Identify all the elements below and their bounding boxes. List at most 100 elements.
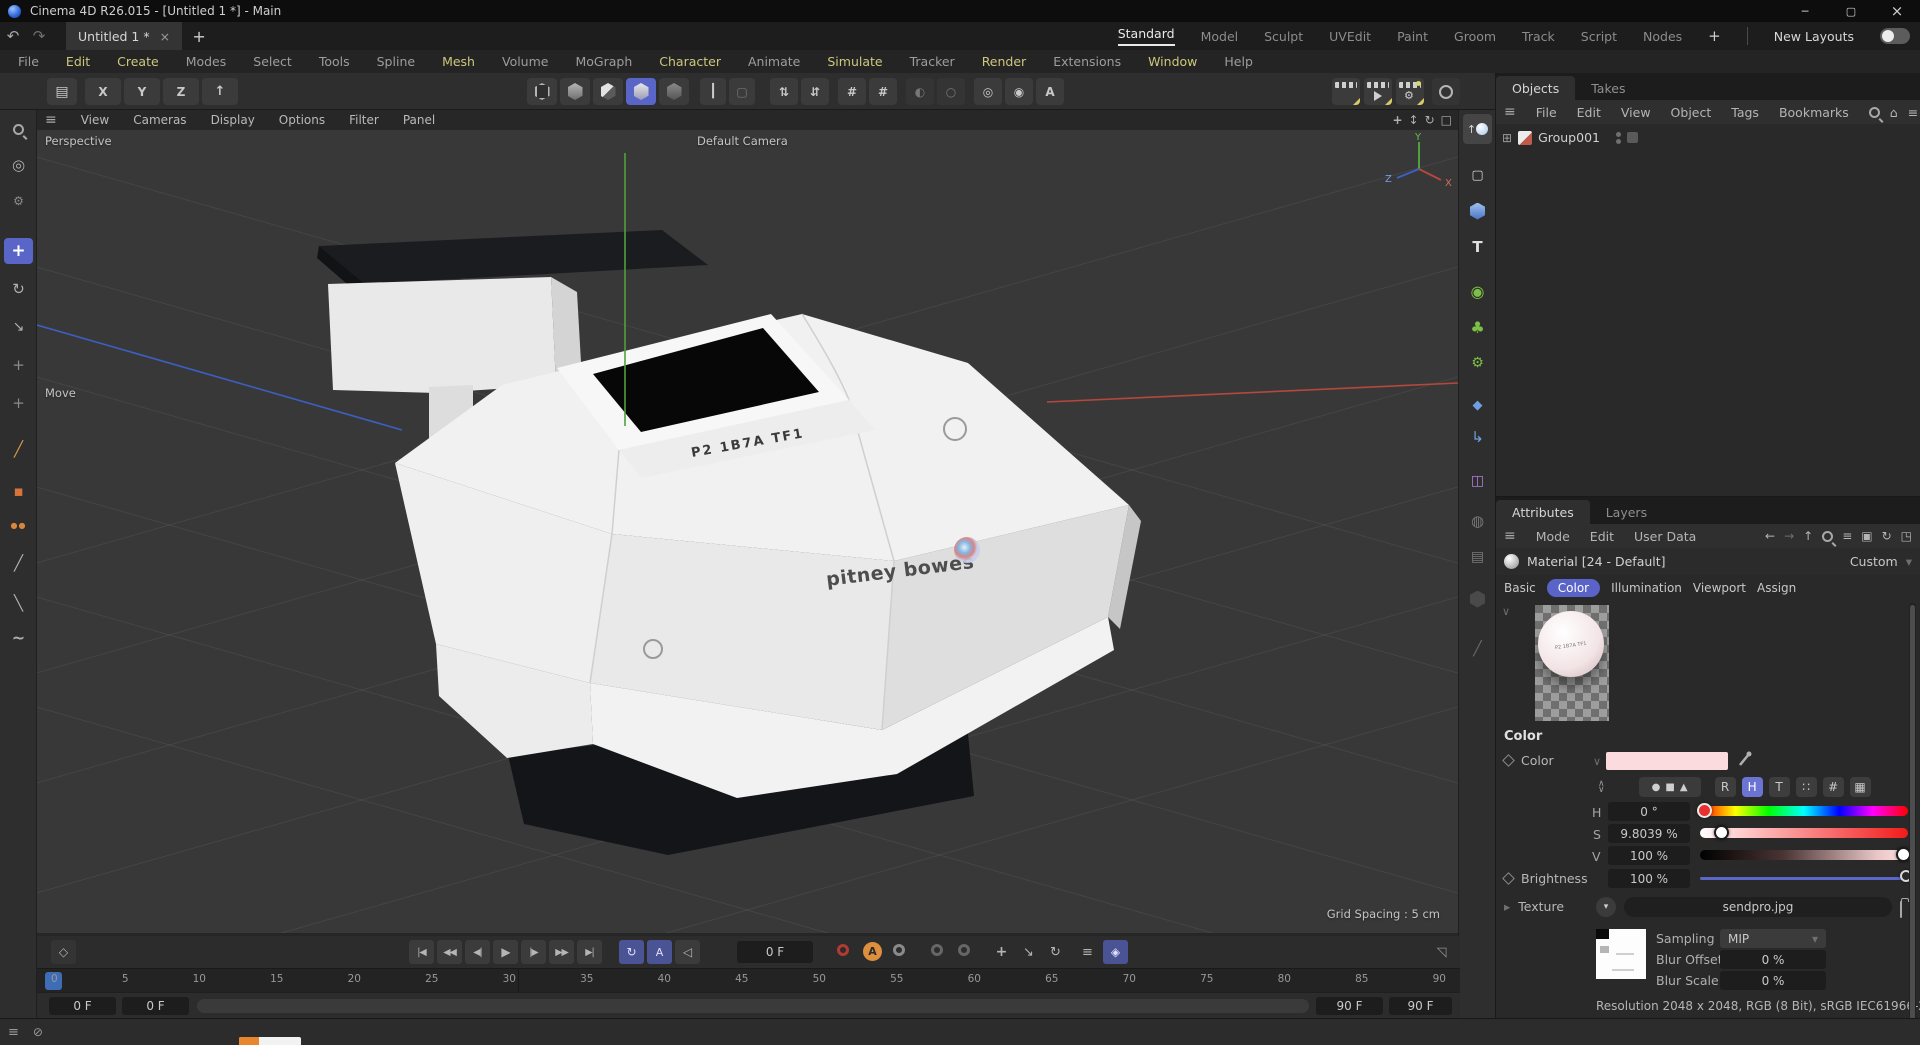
hue-slider[interactable] [1697, 803, 1908, 818]
autokey-button[interactable]: A [863, 942, 882, 961]
color-expand-icon[interactable]: ∨ [1593, 755, 1601, 768]
orbit-view-icon[interactable]: ↻ [1425, 113, 1435, 127]
tab-layers[interactable]: Layers [1590, 500, 1663, 524]
preset-dropdown[interactable]: Custom ▾ [1850, 554, 1912, 569]
viewport-canvas[interactable]: P2 1B7A TF1 pitney bowes Y X Z Perspecti… [37, 130, 1458, 933]
next-frame-button[interactable]: |▶ [521, 940, 546, 964]
new-layouts-toggle[interactable] [1880, 28, 1910, 44]
add-layout-icon[interactable]: + [1708, 27, 1721, 45]
tab-attributes[interactable]: Attributes [1496, 500, 1590, 524]
make-editable-button[interactable] [527, 78, 557, 105]
snap-scale-button[interactable]: ⇵ [801, 78, 829, 105]
value-slider[interactable] [1700, 847, 1911, 862]
nav-mode-button[interactable]: ↑ [1463, 114, 1492, 144]
asset-sphere-button[interactable]: ◍ [1463, 508, 1492, 534]
axis-z-button[interactable]: Z [163, 78, 199, 105]
model-mode-button[interactable] [560, 78, 590, 105]
animation-mode-button[interactable] [659, 78, 689, 105]
symmetry-button[interactable]: ◫ [1463, 468, 1492, 494]
menu-volume[interactable]: Volume [502, 54, 549, 69]
channel-h-button[interactable]: H [1741, 777, 1763, 797]
menu-window[interactable]: Window [1148, 54, 1197, 69]
autokey-frame-button[interactable]: A [1036, 78, 1064, 105]
prev-key-button[interactable]: ◀◀ [437, 940, 462, 964]
objects-menu-icon[interactable]: ≡ [1504, 104, 1516, 120]
obj-menu-edit[interactable]: Edit [1577, 105, 1601, 120]
color-swatch[interactable] [1606, 752, 1728, 770]
isolate-button[interactable]: ◉ [1005, 78, 1033, 105]
axis-y-button[interactable]: Y [124, 78, 160, 105]
status-menu-icon[interactable]: ≡ [8, 1025, 19, 1040]
frame-view-icon[interactable]: □ [1441, 113, 1452, 127]
attributes-scrollbar[interactable] [1909, 603, 1916, 1043]
pen-tool[interactable]: ╲ [4, 590, 33, 616]
tree-row-group001[interactable]: ⊞ Group001 [1502, 130, 1638, 145]
render-picture-viewer-button[interactable] [1364, 78, 1392, 105]
key-diamond-icon[interactable] [1502, 754, 1515, 767]
axis-x-button[interactable]: X [85, 78, 121, 105]
render-settings-button[interactable]: ⚙ [1396, 78, 1424, 105]
color-section-header[interactable]: Color [1504, 729, 1542, 744]
edit-hexagon-button[interactable] [1463, 586, 1492, 612]
menu-edit[interactable]: Edit [66, 54, 90, 69]
maximize-timeline-button[interactable]: ◹ [1429, 940, 1454, 964]
rectangle-tool-button[interactable]: ▢ [1463, 162, 1492, 188]
record-rotation-button[interactable]: ↻ [1043, 940, 1068, 964]
compact-toggle-icon[interactable]: ∧ ∨ [1598, 780, 1605, 795]
quantize-button[interactable]: # [869, 78, 897, 105]
menu-mograph[interactable]: MoGraph [575, 54, 632, 69]
visibility-dots[interactable] [1615, 131, 1621, 144]
layout-tab-groom[interactable]: Groom [1454, 29, 1496, 44]
channel-t-button[interactable]: T [1768, 777, 1790, 797]
channel-r-button[interactable]: R [1714, 777, 1736, 797]
menu-render[interactable]: Render [982, 54, 1027, 69]
spheres-tool[interactable]: ●● [4, 512, 33, 538]
layout-tab-nodes[interactable]: Nodes [1643, 29, 1682, 44]
key-filter-b-button[interactable] [958, 944, 970, 956]
object-tree[interactable]: ⊞ Group001 [1496, 124, 1920, 496]
texture-file-field[interactable]: sendpro.jpg [1624, 897, 1892, 917]
forward-icon[interactable]: → [1784, 529, 1794, 543]
blur-scale-field[interactable]: 0 % [1720, 971, 1826, 990]
blur-offset-field[interactable]: 0 % [1720, 950, 1826, 969]
range-start-field[interactable]: 0 F [49, 997, 116, 1015]
maximize-button[interactable]: ▢ [1828, 0, 1874, 22]
obj-menu-file[interactable]: File [1536, 105, 1557, 120]
texture-folder-icon[interactable] [1900, 901, 1902, 918]
region-selection-tool[interactable]: ◎ [4, 152, 33, 178]
menu-mesh[interactable]: Mesh [442, 54, 475, 69]
snap-settings-tool[interactable]: ⚙ [4, 188, 33, 214]
coordinate-system-button[interactable]: ↑ [202, 78, 238, 105]
stamp-tool[interactable]: ▪ [4, 478, 33, 504]
set-keyframe-button[interactable]: ◇ [51, 940, 76, 964]
mixer-icon-button[interactable]: ∷ [1795, 777, 1817, 797]
timeline-ruler[interactable]: 05 10 15 20 25 30 35 40 45 50 55 60 65 70 75 80… [37, 968, 1460, 993]
texture-expand-icon[interactable]: ▸ [1504, 899, 1510, 914]
add-tab-icon[interactable]: + [182, 27, 216, 46]
mtab-color[interactable]: Color [1546, 579, 1601, 597]
record-scale-button[interactable]: ↘ [1016, 940, 1041, 964]
spline-object-button[interactable]: ◆ [1463, 392, 1492, 418]
eyedropper-icon[interactable] [1738, 751, 1752, 767]
current-frame-field[interactable]: 0 F [737, 941, 813, 963]
tweak-brush-tool[interactable]: ╱ [4, 436, 33, 462]
obj-menu-tags[interactable]: Tags [1731, 105, 1759, 120]
menu-spline[interactable]: Spline [377, 54, 415, 69]
keyframe-selection-button[interactable] [893, 944, 905, 956]
menu-tools[interactable]: Tools [319, 54, 350, 69]
move-tool[interactable]: + [4, 238, 33, 264]
record-pla-button[interactable]: ◈ [1103, 940, 1128, 964]
layout-tab-paint[interactable]: Paint [1397, 29, 1428, 44]
sound-toggle-button[interactable]: ◁ [675, 940, 700, 964]
text-tool-button[interactable]: T [1463, 234, 1492, 260]
sampling-dropdown[interactable]: MIP ▾ [1720, 929, 1826, 948]
document-tab[interactable]: Untitled 1 * × [66, 22, 183, 50]
brightness-key-icon[interactable] [1502, 872, 1515, 885]
object-label[interactable]: Group001 [1538, 130, 1600, 145]
redirect-object-button[interactable]: ↳ [1463, 424, 1492, 450]
attributes-menu-icon[interactable]: ≡ [1504, 528, 1516, 544]
attr-search-icon[interactable] [1822, 530, 1834, 542]
brightness-slider[interactable] [1700, 870, 1912, 882]
texture-thumbnail[interactable] [1596, 929, 1646, 979]
hex-icon-button[interactable]: # [1822, 777, 1844, 797]
